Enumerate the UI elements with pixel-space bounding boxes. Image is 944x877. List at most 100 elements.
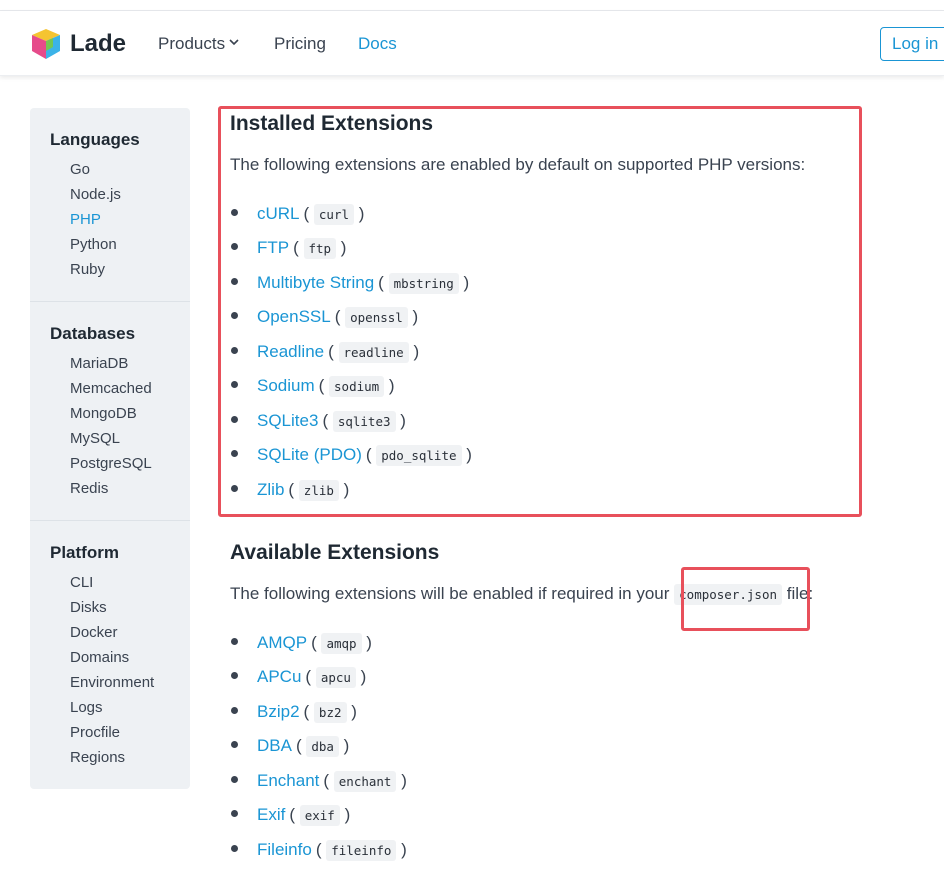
list-item: DBA( dba ) <box>231 736 349 757</box>
extension-link[interactable]: Zlib <box>257 480 284 499</box>
sidebar-section-databases: Databases <box>50 324 136 343</box>
bullet-icon <box>231 707 238 714</box>
sidebar-item-mariadb[interactable]: MariaDB <box>70 355 128 372</box>
extension-code: enchant <box>333 771 397 792</box>
extension-code: readline <box>338 342 409 363</box>
navbar: Lade Products Pricing Docs Log in <box>0 11 944 76</box>
sidebar-section-languages: Languages <box>50 130 140 149</box>
description-text: The following extensions will be enabled… <box>230 584 670 603</box>
bullet-icon <box>231 845 238 852</box>
extension-link[interactable]: Enchant <box>257 771 319 790</box>
nav-products[interactable]: Products <box>158 34 239 54</box>
extension-link[interactable]: SQLite3 <box>257 411 318 430</box>
list-item: Readline( readline ) <box>231 342 419 363</box>
extension-code: amqp <box>321 633 362 654</box>
brand-name[interactable]: Lade <box>70 30 126 58</box>
list-item: Sodium( sodium ) <box>231 376 395 397</box>
extension-code: fileinfo <box>326 840 397 861</box>
chevron-down-icon <box>229 39 239 46</box>
sidebar-item-memcached[interactable]: Memcached <box>70 380 152 397</box>
list-item: OpenSSL( openssl ) <box>231 307 418 328</box>
bullet-icon <box>231 776 238 783</box>
list-item: Fileinfo( fileinfo ) <box>231 840 407 861</box>
extension-code: dba <box>306 736 339 757</box>
list-item: Enchant( enchant ) <box>231 771 407 792</box>
extension-link[interactable]: Bzip2 <box>257 702 300 721</box>
extension-code: mbstring <box>388 273 459 294</box>
bullet-icon <box>231 381 238 388</box>
bullet-icon <box>231 485 238 492</box>
bullet-icon <box>231 810 238 817</box>
sidebar-item-domains[interactable]: Domains <box>70 649 129 666</box>
list-item: APCu( apcu ) <box>231 667 366 688</box>
extension-code: ftp <box>303 238 337 259</box>
bullet-icon <box>231 347 238 354</box>
extension-link[interactable]: Sodium <box>257 376 315 395</box>
list-item: Multibyte String( mbstring ) <box>231 273 469 294</box>
extension-link[interactable]: OpenSSL <box>257 307 331 326</box>
sidebar-divider <box>30 301 190 302</box>
bullet-icon <box>231 741 238 748</box>
sidebar-item-postgresql[interactable]: PostgreSQL <box>70 455 152 472</box>
sidebar-item-environment[interactable]: Environment <box>70 674 154 691</box>
sidebar-item-php[interactable]: PHP <box>70 211 101 228</box>
extension-code: openssl <box>345 307 408 328</box>
sidebar-item-ruby[interactable]: Ruby <box>70 261 105 278</box>
sidebar-item-docker[interactable]: Docker <box>70 624 118 641</box>
sidebar-item-redis[interactable]: Redis <box>70 480 108 497</box>
installed-extensions-heading: Installed Extensions <box>230 112 434 135</box>
available-extensions-description: The following extensions will be enabled… <box>230 584 814 605</box>
installed-extensions-description: The following extensions are enabled by … <box>230 155 806 174</box>
extension-link[interactable]: FTP <box>257 238 289 257</box>
list-item: Exif( exif ) <box>231 805 350 826</box>
sidebar-section-platform: Platform <box>50 543 119 562</box>
sidebar-item-go[interactable]: Go <box>70 161 90 178</box>
extension-link[interactable]: Exif <box>257 805 285 824</box>
list-item: AMQP( amqp ) <box>231 633 372 654</box>
list-item: SQLite (PDO)( pdo_sqlite ) <box>231 445 472 466</box>
sidebar-item-logs[interactable]: Logs <box>70 699 103 716</box>
login-button[interactable]: Log in <box>880 27 944 61</box>
sidebar-item-nodejs[interactable]: Node.js <box>70 186 121 203</box>
extension-link[interactable]: Fileinfo <box>257 840 312 859</box>
sidebar-item-procfile[interactable]: Procfile <box>70 724 120 741</box>
extension-code: pdo_sqlite <box>376 445 462 466</box>
composer-json-code: composer.json <box>674 584 782 605</box>
list-item: cURL( curl ) <box>231 204 364 225</box>
extension-code: apcu <box>315 667 356 688</box>
list-item: Bzip2( bz2 ) <box>231 702 357 723</box>
extension-code: curl <box>313 204 355 225</box>
bullet-icon <box>231 450 238 457</box>
bullet-icon <box>231 278 238 285</box>
sidebar-divider <box>30 520 190 521</box>
extension-code: zlib <box>298 480 339 501</box>
sidebar-item-disks[interactable]: Disks <box>70 599 107 616</box>
extension-code: sqlite3 <box>332 411 396 432</box>
description-text: file: <box>786 584 814 603</box>
extension-code: bz2 <box>313 702 347 723</box>
sidebar-item-cli[interactable]: CLI <box>70 574 93 591</box>
extension-link[interactable]: Multibyte String <box>257 273 374 292</box>
nav-docs[interactable]: Docs <box>358 34 397 54</box>
extension-code: sodium <box>329 376 385 397</box>
extension-link[interactable]: SQLite (PDO) <box>257 445 362 464</box>
sidebar-item-mysql[interactable]: MySQL <box>70 430 120 447</box>
extension-link[interactable]: Readline <box>257 342 324 361</box>
docs-sidebar: Languages Go Node.js PHP Python Ruby Dat… <box>30 108 190 789</box>
extension-link[interactable]: APCu <box>257 667 301 686</box>
extension-code: exif <box>299 805 340 826</box>
extension-link[interactable]: DBA <box>257 736 292 755</box>
sidebar-item-python[interactable]: Python <box>70 236 117 253</box>
extension-link[interactable]: AMQP <box>257 633 307 652</box>
list-item: SQLite3( sqlite3 ) <box>231 411 406 432</box>
list-item: Zlib( zlib ) <box>231 480 349 501</box>
sidebar-item-mongodb[interactable]: MongoDB <box>70 405 137 422</box>
extension-link[interactable]: cURL <box>257 204 300 223</box>
bullet-icon <box>231 416 238 423</box>
bullet-icon <box>231 243 238 250</box>
nav-products-label: Products <box>158 34 226 53</box>
lade-logo-icon[interactable] <box>29 27 63 61</box>
sidebar-item-regions[interactable]: Regions <box>70 749 125 766</box>
nav-pricing[interactable]: Pricing <box>274 34 326 54</box>
bullet-icon <box>231 638 238 645</box>
